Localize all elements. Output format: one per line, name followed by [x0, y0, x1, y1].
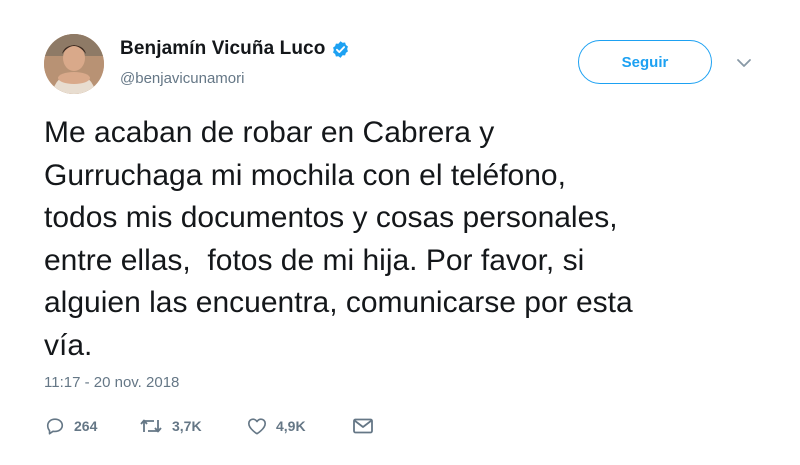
- reply-button[interactable]: 264: [44, 416, 138, 436]
- tweet-timestamp[interactable]: 11:17 - 20 nov. 2018: [44, 374, 179, 391]
- direct-message-button[interactable]: [352, 417, 374, 435]
- retweet-icon: [138, 416, 164, 436]
- tweet-card: Benjamín Vicuña Luco @benjavicunamori Se…: [0, 0, 800, 465]
- retweet-count: 3,7K: [172, 418, 202, 434]
- user-name-row: Benjamín Vicuña Luco: [120, 38, 350, 60]
- display-name[interactable]: Benjamín Vicuña Luco: [120, 38, 325, 60]
- like-button[interactable]: 4,9K: [246, 416, 352, 436]
- reply-count: 264: [74, 418, 98, 434]
- retweet-button[interactable]: 3,7K: [138, 416, 246, 436]
- tweet-text: Me acaban de robar en Cabrera y Gurrucha…: [44, 116, 633, 362]
- envelope-icon: [352, 417, 374, 435]
- verified-badge-icon: [331, 40, 350, 59]
- follow-button[interactable]: Seguir: [578, 40, 712, 84]
- avatar[interactable]: [44, 34, 104, 94]
- chevron-down-icon[interactable]: [736, 56, 752, 68]
- like-count: 4,9K: [276, 418, 306, 434]
- heart-icon: [246, 416, 268, 436]
- tweet-actions: 264 3,7K 4,9K: [44, 414, 374, 438]
- user-handle[interactable]: @benjavicunamori: [120, 70, 244, 87]
- reply-icon: [44, 416, 66, 436]
